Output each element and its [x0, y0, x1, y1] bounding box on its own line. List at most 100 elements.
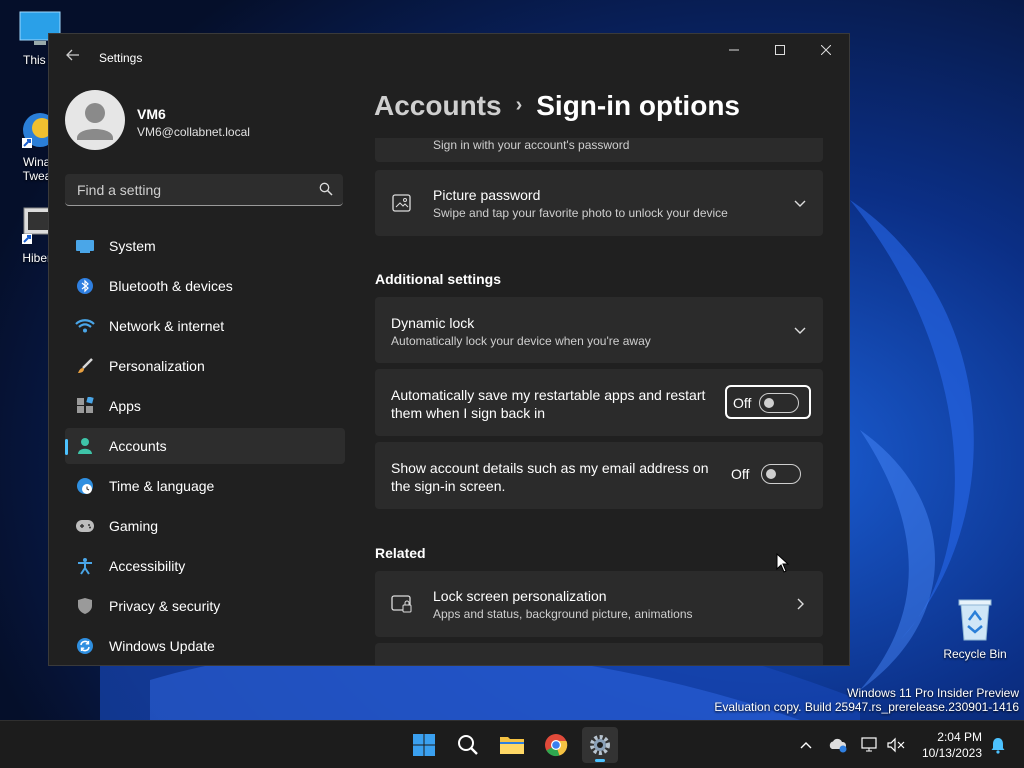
restart-apps-toggle[interactable]	[759, 393, 799, 413]
shield-icon	[75, 596, 95, 616]
clock-time: 2:04 PM	[937, 730, 982, 744]
card-title: Lock screen personalization	[433, 588, 607, 604]
search-icon	[458, 735, 478, 755]
maximize-button[interactable]	[757, 34, 803, 66]
desktop-icon-recycle-bin[interactable]: Recycle Bin	[938, 596, 1012, 661]
show-hidden-icons-button[interactable]	[794, 733, 818, 757]
sidebar-item-label: Privacy & security	[109, 598, 221, 614]
user-avatar-icon	[77, 103, 113, 140]
search-taskbar-button[interactable]	[450, 727, 486, 763]
start-button[interactable]	[406, 727, 442, 763]
card-title-line: them when I sign back in	[391, 405, 546, 421]
search-box	[65, 174, 343, 206]
chevron-down-icon[interactable]	[793, 323, 807, 337]
accounts-icon	[75, 436, 95, 456]
search-icon[interactable]	[319, 182, 333, 196]
sidebar-item-label: Network & internet	[109, 318, 225, 334]
sidebar-item-accessibility[interactable]: Accessibility	[65, 548, 345, 584]
sidebar-item-network-internet[interactable]: Network & internet	[65, 308, 345, 344]
maximize-icon	[775, 45, 785, 55]
search-input[interactable]	[75, 174, 309, 206]
close-button[interactable]	[803, 34, 849, 66]
taskbar: 2:04 PM 10/13/2023	[0, 720, 1024, 768]
cloud-icon	[829, 738, 847, 753]
card-title: Dynamic lock	[391, 315, 475, 331]
sidebar-nav: System Bluetooth & devices Network & int…	[65, 228, 345, 665]
watermark-line: Evaluation copy. Build 25947.rs_prerelea…	[714, 700, 1019, 714]
watermark-line: Windows 11 Pro Insider Preview	[847, 686, 1019, 700]
page-title: Sign-in options	[536, 90, 740, 121]
brush-icon	[75, 356, 95, 376]
chevron-right-icon[interactable]	[793, 597, 807, 611]
card-subtitle: Apps and status, background picture, ani…	[433, 607, 693, 621]
volume-tray-button[interactable]	[884, 733, 908, 757]
file-explorer-button[interactable]	[494, 727, 530, 763]
arrow-left-icon	[66, 49, 79, 61]
toggle-state-label: Off	[733, 395, 752, 411]
toggle-state-label: Off	[731, 466, 750, 482]
gear-icon	[590, 735, 610, 755]
card-title-line: the sign-in screen.	[391, 478, 506, 494]
restart-apps-card: Automatically save my restartable apps a…	[375, 369, 823, 436]
sidebar-item-accounts[interactable]: Accounts	[65, 428, 345, 464]
window-title: Settings	[99, 51, 143, 65]
card-subtitle: Swipe and tap your favorite photo to unl…	[433, 206, 728, 220]
dynamic-lock-card[interactable]: Dynamic lock Automatically lock your dev…	[375, 297, 823, 363]
sidebar-item-label: System	[109, 238, 156, 254]
bell-icon	[991, 738, 1005, 754]
settings-window: Settings VM6 VM6@collabnet.local S	[48, 33, 850, 666]
account-details-toggle[interactable]	[761, 464, 801, 484]
chevron-right-icon: ›	[515, 94, 523, 116]
close-icon	[820, 44, 832, 56]
evaluation-watermark: Windows 11 Pro Insider Preview Evaluatio…	[714, 686, 1019, 714]
card-subtitle: Automatically lock your device when you'…	[391, 334, 651, 348]
back-button[interactable]	[63, 48, 83, 68]
account-details-toggle-container[interactable]: Off	[725, 458, 811, 492]
avatar[interactable]	[65, 90, 125, 150]
update-icon	[75, 636, 95, 656]
active-app-indicator	[595, 759, 605, 762]
chrome-button[interactable]	[538, 727, 574, 763]
chrome-icon	[545, 734, 568, 757]
lock-screen-personalization-card[interactable]: Lock screen personalization Apps and sta…	[375, 571, 823, 637]
clock-date: 10/13/2023	[921, 746, 982, 760]
notifications-button[interactable]	[986, 733, 1010, 757]
settings-taskbar-button[interactable]	[582, 727, 618, 763]
sidebar-item-bluetooth-devices[interactable]: Bluetooth & devices	[65, 268, 345, 304]
sidebar-item-time-language[interactable]: Time & language	[65, 468, 345, 504]
related-header: Related	[375, 545, 426, 561]
sidebar-item-label: Personalization	[109, 358, 205, 374]
system-icon	[75, 236, 95, 256]
sidebar-item-label: Accessibility	[109, 558, 186, 574]
bluetooth-icon	[75, 276, 95, 296]
user-name: VM6	[137, 106, 166, 122]
onedrive-tray-button[interactable]	[826, 733, 850, 757]
taskbar-clock[interactable]: 2:04 PM 10/13/2023	[912, 729, 982, 761]
apps-icon	[75, 396, 95, 416]
minimize-icon	[729, 49, 739, 51]
card-title-line: Automatically save my restartable apps a…	[391, 387, 706, 403]
next-card-partial[interactable]	[375, 643, 823, 665]
sidebar-item-privacy-security[interactable]: Privacy & security	[65, 588, 345, 624]
sidebar-item-label: Bluetooth & devices	[109, 278, 233, 294]
password-card[interactable]: Sign in with your account's password	[375, 138, 823, 162]
minimize-button[interactable]	[711, 34, 757, 66]
picture-password-card[interactable]: Picture password Swipe and tap your favo…	[375, 170, 823, 236]
sidebar-item-apps[interactable]: Apps	[65, 388, 345, 424]
desktop-icon-label: Recycle Bin	[943, 647, 1007, 661]
sidebar-item-windows-update[interactable]: Windows Update	[65, 628, 345, 664]
restart-apps-toggle-container[interactable]: Off	[725, 385, 811, 419]
folder-icon	[500, 737, 524, 754]
account-details-card: Show account details such as my email ad…	[375, 442, 823, 509]
card-title: Automatically save my restartable apps a…	[391, 386, 705, 422]
sidebar-item-system[interactable]: System	[65, 228, 345, 264]
chevron-up-icon	[800, 742, 812, 749]
card-title: Picture password	[433, 187, 541, 203]
sidebar-item-personalization[interactable]: Personalization	[65, 348, 345, 384]
breadcrumb-parent[interactable]: Accounts	[374, 90, 502, 121]
network-tray-button[interactable]	[858, 733, 882, 757]
card-title: Show account details such as my email ad…	[391, 459, 709, 495]
wifi-icon	[75, 316, 95, 336]
chevron-down-icon[interactable]	[793, 196, 807, 210]
sidebar-item-gaming[interactable]: Gaming	[65, 508, 345, 544]
